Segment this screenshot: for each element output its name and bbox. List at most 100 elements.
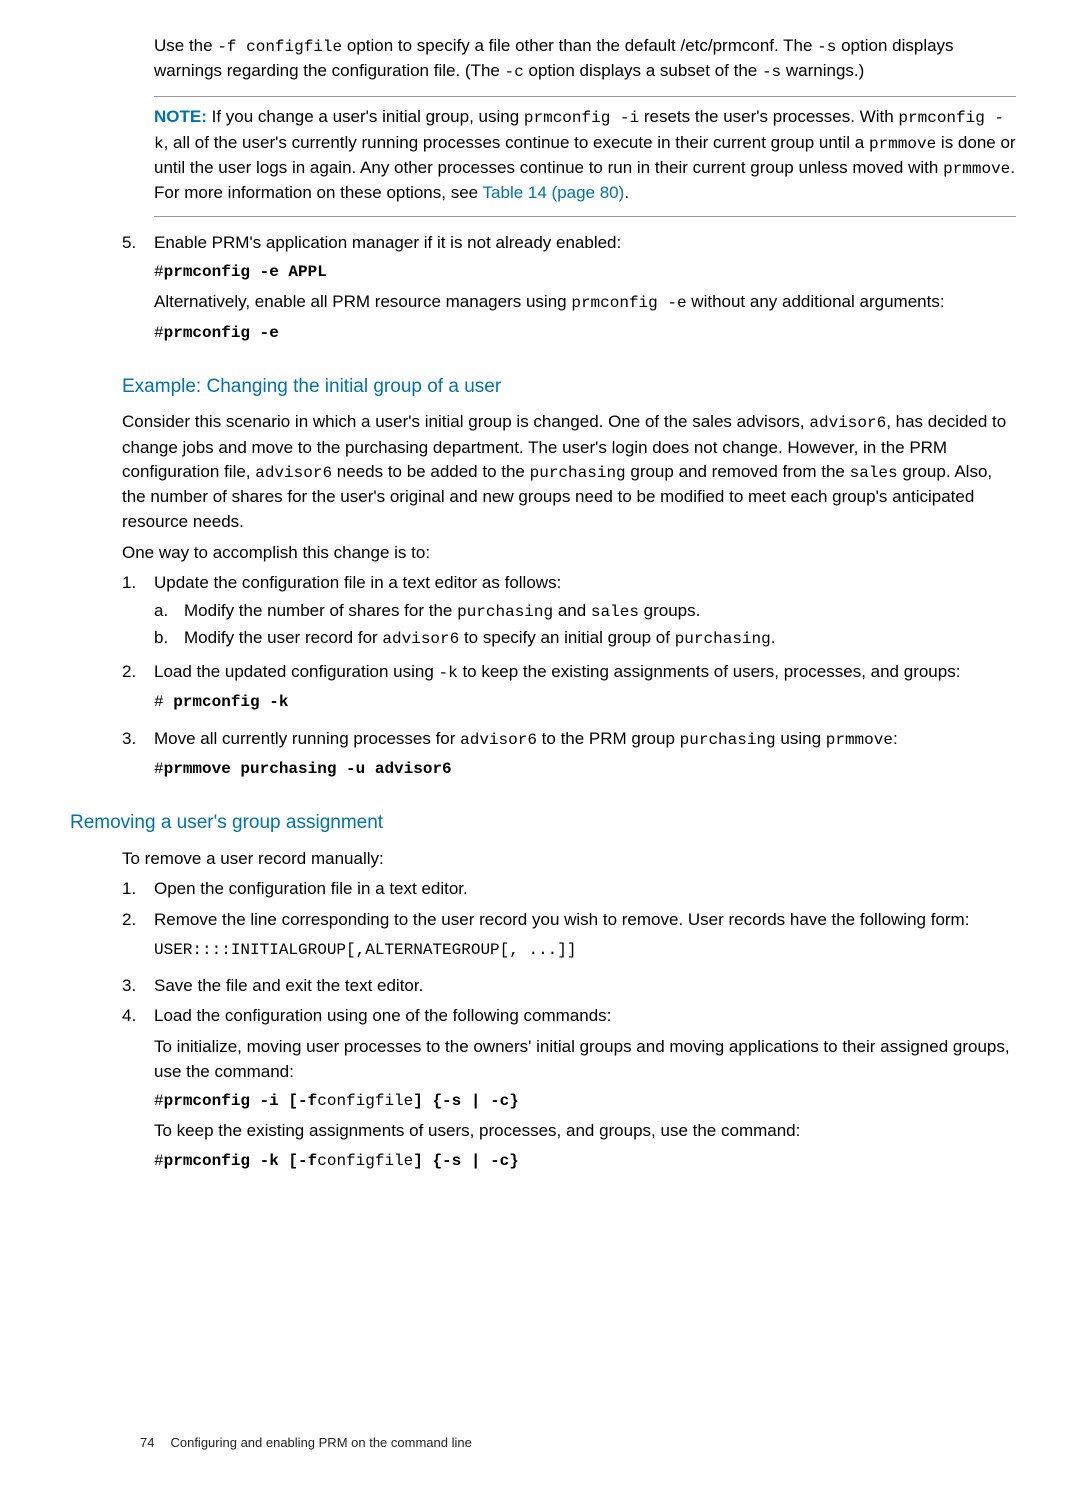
command: #prmconfig -i [-fconfigfile] {-s | -c}: [154, 1090, 1016, 1113]
step-marker: 1.: [122, 571, 154, 654]
intro-paragraph: Use the -f configfile option to specify …: [154, 34, 1016, 84]
code: sales: [850, 464, 898, 482]
example-steps: 1. Update the configuration file in a te…: [122, 571, 1016, 787]
text: Consider this scenario in which a user's…: [122, 412, 809, 431]
command: #prmconfig -e: [154, 322, 1016, 345]
command-text: prmconfig -e: [164, 324, 279, 342]
step-text: Enable PRM's application manager if it i…: [154, 231, 1016, 256]
step-text: Load the updated configuration using -k …: [154, 660, 1016, 685]
code: prmmove: [869, 135, 936, 153]
text: Load the updated configuration using: [154, 662, 439, 681]
note-label: NOTE:: [154, 107, 207, 126]
step-marker: 1.: [122, 877, 154, 902]
text: and: [553, 601, 591, 620]
code: prmmove: [943, 160, 1010, 178]
page-body: Use the -f configfile option to specify …: [154, 34, 1016, 1179]
code: advisor6: [382, 630, 459, 648]
code: -s: [762, 63, 781, 81]
code: advisor6: [460, 731, 537, 749]
text: , all of the user's currently running pr…: [164, 133, 869, 152]
command-text: prmconfig -e APPL: [164, 263, 327, 281]
text: without any additional arguments:: [687, 292, 945, 311]
footer-text: Configuring and enabling PRM on the comm…: [170, 1435, 471, 1450]
remove-paragraph: To remove a user record manually:: [122, 847, 1016, 872]
text: groups.: [639, 601, 700, 620]
command: #prmconfig -k [-fconfigfile] {-s | -c}: [154, 1150, 1016, 1173]
text: Modify the user record for: [184, 628, 382, 647]
step-text: Open the configuration file in a text ed…: [154, 877, 1016, 902]
substep-body: Modify the user record for advisor6 to s…: [184, 626, 775, 651]
example-heading: Example: Changing the initial group of a…: [122, 373, 1016, 401]
step-text: Update the configuration file in a text …: [154, 571, 1016, 596]
code: purchasing: [530, 464, 626, 482]
text: using: [776, 729, 826, 748]
step-text: Load the configuration using one of the …: [154, 1004, 1016, 1029]
text: :: [893, 729, 898, 748]
code-block: USER::::INITIALGROUP[,ALTERNATEGROUP[, .…: [154, 939, 1016, 962]
step-marker: 5.: [122, 231, 154, 351]
code: -f configfile: [217, 38, 342, 56]
code: prmconfig -e: [571, 294, 686, 312]
substep-marker: a.: [154, 599, 184, 624]
code: purchasing: [680, 731, 776, 749]
prompt: #: [154, 693, 173, 711]
text: warnings.): [781, 61, 864, 80]
example-paragraph: Consider this scenario in which a user's…: [122, 410, 1016, 534]
step-marker: 2.: [122, 660, 154, 720]
text: Move all currently running processes for: [154, 729, 460, 748]
note-paragraph: NOTE: If you change a user's initial gro…: [154, 105, 1016, 205]
text: option to specify a file other than the …: [342, 36, 817, 55]
step-paragraph: Alternatively, enable all PRM resource m…: [154, 290, 1016, 315]
code: -s: [817, 38, 836, 56]
code: sales: [591, 603, 639, 621]
step-text: Remove the line corresponding to the use…: [154, 908, 1016, 933]
step-text: Move all currently running processes for…: [154, 727, 1016, 752]
text: needs to be added to the: [332, 462, 530, 481]
remove-steps: 1. Open the configuration file in a text…: [122, 877, 1016, 1179]
command-text: prmmove purchasing -u advisor6: [164, 760, 452, 778]
example-paragraph: One way to accomplish this change is to:: [122, 541, 1016, 566]
note-box: NOTE: If you change a user's initial gro…: [154, 96, 1016, 216]
text: resets the user's processes. With: [639, 107, 898, 126]
step-marker: 2.: [122, 908, 154, 968]
page-footer: 74 Configuring and enabling PRM on the co…: [140, 1434, 472, 1453]
code: -c: [505, 63, 524, 81]
prompt: #: [154, 760, 164, 778]
substep-marker: b.: [154, 626, 184, 651]
text: group and removed from the: [626, 462, 850, 481]
text: .: [771, 628, 776, 647]
step-5: 5. Enable PRM's application manager if i…: [122, 231, 1016, 351]
command: #prmconfig -e APPL: [154, 261, 1016, 284]
text: option displays a subset of the: [524, 61, 762, 80]
command-text: prmconfig -k: [173, 693, 288, 711]
command-text: ] {-s | -c}: [413, 1092, 519, 1110]
code: purchasing: [675, 630, 771, 648]
step-marker: 4.: [122, 1004, 154, 1179]
text: Alternatively, enable all PRM resource m…: [154, 292, 571, 311]
remove-heading: Removing a user's group assignment: [70, 809, 1016, 837]
text: to keep the existing assignments of user…: [458, 662, 961, 681]
text: .: [624, 183, 629, 202]
text: Use the: [154, 36, 217, 55]
text: If you change a user's initial group, us…: [207, 107, 524, 126]
code: advisor6: [255, 464, 332, 482]
step-paragraph: To initialize, moving user processes to …: [154, 1035, 1016, 1084]
step-marker: 3.: [122, 727, 154, 787]
code: prmmove: [826, 731, 893, 749]
step-marker: 3.: [122, 974, 154, 999]
step-paragraph: To keep the existing assignments of user…: [154, 1119, 1016, 1144]
code: -k: [439, 664, 458, 682]
command-text: ] {-s | -c}: [413, 1152, 519, 1170]
page-number: 74: [140, 1435, 154, 1450]
prompt: #: [154, 263, 164, 281]
step-text: Save the file and exit the text editor.: [154, 974, 1016, 999]
table-link[interactable]: Table 14 (page 80): [483, 183, 625, 202]
text: to specify an initial group of: [459, 628, 674, 647]
command-arg: configfile: [317, 1092, 413, 1110]
code: advisor6: [809, 414, 886, 432]
command: # prmconfig -k: [154, 691, 1016, 714]
prompt: #: [154, 1152, 164, 1170]
prompt: #: [154, 1092, 164, 1110]
prompt: #: [154, 324, 164, 342]
code: purchasing: [457, 603, 553, 621]
